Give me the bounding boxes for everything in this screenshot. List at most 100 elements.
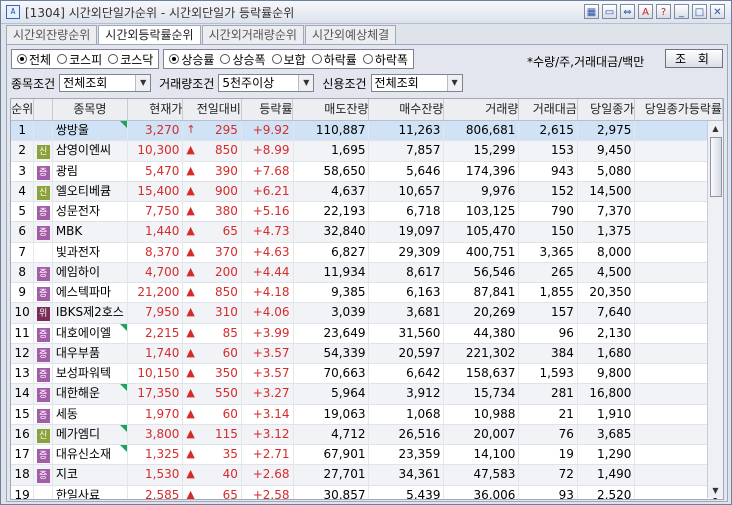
table-row[interactable]: 13 증 보성파워텍 10,150 ▲ 350 +3.57 70,663 6,642 158,63… [11,364,723,385]
radio-option[interactable]: 코스닥 [108,51,153,68]
sell-text: 54,339 [323,345,366,360]
tab-expected-trade[interactable]: 시간외예상체결 [304,25,397,44]
scroll-down-icon[interactable]: ▼ [708,483,723,498]
tab-change-rate-rank[interactable]: 시간외등락률순위 [98,25,201,45]
cell-rank: 17 [11,445,35,465]
cell-rank: 10 [11,303,35,323]
chevron-down-icon[interactable]: ▼ [298,75,314,91]
cell-close: 7,370 [578,202,636,222]
column-header[interactable]: 당일종가 [578,99,636,120]
layout-icon[interactable]: ▦ [584,4,599,19]
close-text: 9,800 [597,366,632,380]
cell-buy: 7,857 [369,141,445,161]
table-row[interactable]: 11 증 대호에이엘 2,215 ▲ 85 +3.99 23,649 31,560 44,380 9… [11,323,723,344]
table-row[interactable]: 15 증 세동 1,970 ▲ 60 +3.14 19,063 1,068 10,988 21 1,9… [11,404,723,425]
radio-option[interactable]: 하락률 [311,51,357,68]
radio-option[interactable]: 상승폭 [220,51,266,68]
cell-badge: 증 [34,262,53,282]
tab-volume-rank[interactable]: 시간외거래량순위 [201,25,304,44]
table-row[interactable]: 18 증 지코 1,530 ▲ 40 +2.68 27,701 34,361 47,583 72 1,… [11,465,723,486]
cell-vol: 806,681 [444,121,520,141]
price-text: 15,400 [137,183,180,198]
name-text: 에스텍파마 [55,285,112,299]
table-row[interactable]: 12 증 대우부품 1,740 ▲ 60 +3.57 54,339 20,597 221,302 3… [11,343,723,364]
table-row[interactable]: 7 빛과전자 8,370 ▲ 370 +4.63 6,827 29,309 400,751 3,3… [11,242,723,263]
cell-change: ▲ 115 [183,424,242,444]
radio-option[interactable]: 상승률 [169,51,214,68]
column-header[interactable]: 매도잔량 [293,99,370,120]
rank-text: 14 [14,386,30,401]
rank-text: 11 [14,325,30,340]
table-row[interactable]: 16 신 메가엠디 3,800 ▲ 115 +3.12 4,712 26,516 20,007 76… [11,424,723,445]
radio-option[interactable]: 코스피 [57,51,102,68]
table-row[interactable]: 9 증 에스텍파마 21,200 ▲ 850 +4.18 9,385 6,163 87,841 1,… [11,283,723,304]
table-row[interactable]: 5 증 성문전자 7,750 ▲ 380 +5.16 22,193 6,718 103,125 79… [11,202,723,223]
rate-text: +3.27 [252,386,290,401]
scroll-up-icon[interactable]: ▲ [708,121,723,136]
table-row[interactable]: 1 쌍방울 3,270 ↑ 295 +9.92 110,887 11,263 806,681 2,… [11,121,723,142]
column-header[interactable]: 거래량 [444,99,520,120]
table-row[interactable]: 2 신 삼영이엔씨 10,300 ▲ 850 +8.99 1,695 7,857 15,299 15… [11,141,723,162]
link-icon[interactable]: ⇔ [620,4,635,19]
column-header[interactable]: 등락률 [242,99,294,120]
radio-option[interactable]: 보합 [271,51,306,68]
radio-button[interactable] [220,54,231,64]
scroll-thumb[interactable] [710,137,722,197]
column-header[interactable]: 순위 [11,99,35,120]
table-row[interactable]: 17 증 대유신소재 1,325 ▲ 35 +2.71 67,901 23,359 14,100 1… [11,445,723,466]
search-button[interactable]: 조 회 [665,49,723,68]
column-header[interactable]: 거래대금 [519,99,578,120]
column-header[interactable]: 매수잔량 [369,99,445,120]
radio-option[interactable]: 하락폭 [362,51,408,68]
table-row[interactable]: 3 증 광림 5,470 ▲ 390 +7.68 58,650 5,646 174,396 943 5… [11,161,723,182]
tab-balance-rank[interactable]: 시간외잔량순위 [6,25,98,44]
column-header[interactable]: 당일종가등락률 [635,99,723,120]
cell-price: 8,370 [128,242,184,262]
rank-text: 2 [18,143,26,158]
cell-name: 지코 [53,465,128,485]
name-text: 보성파워텍 [55,366,112,380]
maximize-icon[interactable]: □ [692,4,707,19]
stock-cond-select[interactable]: 전체조회 ▼ [59,74,152,92]
radio-button[interactable] [17,54,27,64]
close-icon[interactable]: ✕ [710,4,725,19]
radio-button[interactable] [57,54,68,64]
rate-text: +4.73 [252,224,290,239]
table-row[interactable]: 4 신 엘오티베큠 15,400 ▲ 900 +6.21 4,637 10,657 9,976 15… [11,181,723,202]
volume-cond-select[interactable]: 5천주이상 ▼ [218,74,315,92]
buy-text: 8,617 [406,264,441,279]
radio-button[interactable] [108,54,119,64]
table-row[interactable]: 19 한일사료 2,585 ▲ 65 +2.58 30,857 5,439 36,006 93 2,… [11,485,723,499]
close-text: 2,975 [597,123,632,137]
chevron-down-icon[interactable]: ▼ [446,75,462,91]
cell-badge [34,485,53,499]
table-row[interactable]: 8 증 에임하이 4,700 ▲ 200 +4.44 11,934 8,617 56,546 265… [11,262,723,283]
cell-change: ▲ 900 [183,181,242,201]
chevron-down-icon[interactable]: ▼ [135,75,151,91]
column-header[interactable] [34,99,53,120]
radio-label: 보합 [283,52,306,67]
help-icon[interactable]: ? [656,4,671,19]
column-header[interactable]: 종목명 [53,99,128,120]
badge-margin: 증 [36,206,50,220]
column-header[interactable]: 전일대비 [183,99,242,120]
radio-option[interactable]: 전체 [17,51,51,68]
font-icon[interactable]: A [638,4,653,19]
credit-cond-select[interactable]: 전체조회 ▼ [370,74,463,92]
cell-price: 1,970 [128,404,184,424]
window-icon[interactable]: ▭ [602,4,617,19]
table-row[interactable]: 10 위 IBKS제2호스 7,950 ▲ 310 +4.06 3,039 3,681 20,26… [11,303,723,324]
radio-button[interactable] [311,54,322,64]
table-row[interactable]: 6 증 MBK 1,440 ▲ 65 +4.73 32,840 19,097 105,470 150… [11,222,723,243]
column-header[interactable]: 현재가 [128,99,184,120]
radio-button[interactable] [362,54,373,64]
cell-vol: 10,988 [444,404,520,424]
minimize-icon[interactable]: _ [674,4,689,19]
table-row[interactable]: 14 증 대한해운 17,350 ▲ 550 +3.27 5,964 3,912 15,734 28… [11,384,723,405]
radio-button[interactable] [271,54,282,64]
cell-badge: 신 [34,141,53,161]
vol-text: 47,583 [473,467,516,482]
radio-button[interactable] [169,54,180,64]
cell-price: 10,150 [128,364,184,384]
vertical-scrollbar[interactable]: ▲ ▼ [707,121,723,498]
